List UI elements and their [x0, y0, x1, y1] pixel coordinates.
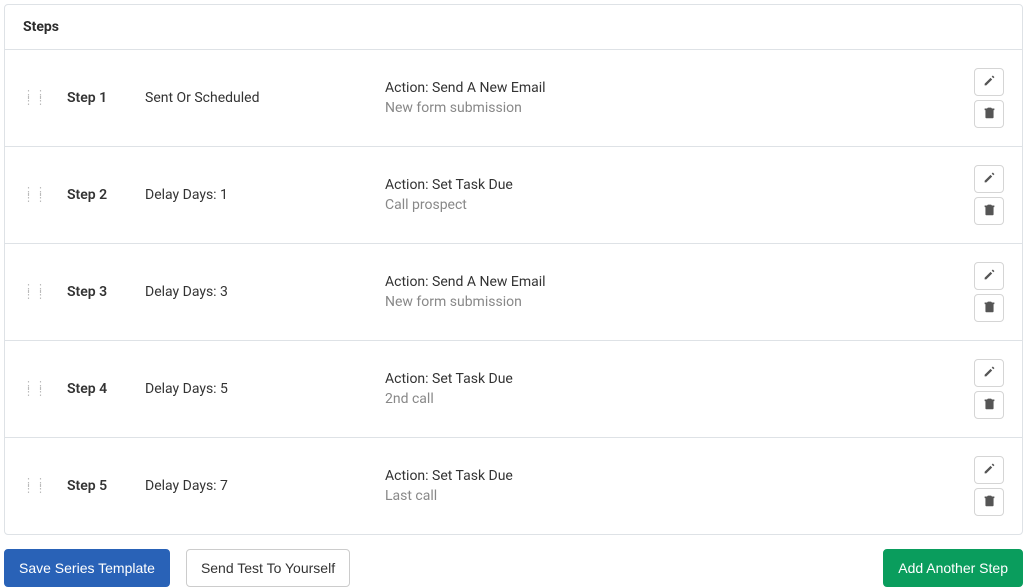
delete-button[interactable] — [974, 100, 1004, 128]
action-block: Action: Set Task Due Last call — [385, 468, 954, 504]
action-title: Action: Send A New Email — [385, 80, 954, 96]
step-number: Step 1 — [67, 90, 145, 106]
delay-label: Delay Days: 1 — [145, 187, 385, 203]
edit-button[interactable] — [974, 68, 1004, 96]
trash-icon — [983, 300, 996, 316]
action-detail: New form submission — [385, 100, 954, 116]
action-block: Action: Set Task Due 2nd call — [385, 371, 954, 407]
step-row: ⋮⋮⋮⋮ Step 5 Delay Days: 7 Action: Set Ta… — [5, 438, 1022, 534]
action-detail: New form submission — [385, 294, 954, 310]
delete-button[interactable] — [974, 391, 1004, 419]
row-actions — [974, 262, 1004, 322]
edit-button[interactable] — [974, 359, 1004, 387]
step-number: Step 3 — [67, 284, 145, 300]
action-title: Action: Set Task Due — [385, 177, 954, 193]
action-block: Action: Set Task Due Call prospect — [385, 177, 954, 213]
edit-button[interactable] — [974, 165, 1004, 193]
delete-button[interactable] — [974, 197, 1004, 225]
steps-panel: Steps ⋮⋮⋮⋮ Step 1 Sent Or Scheduled Acti… — [4, 4, 1023, 535]
action-title: Action: Send A New Email — [385, 274, 954, 290]
action-detail: Call prospect — [385, 197, 954, 213]
trash-icon — [983, 397, 996, 413]
action-detail: 2nd call — [385, 391, 954, 407]
step-number: Step 4 — [67, 381, 145, 397]
action-title: Action: Set Task Due — [385, 468, 954, 484]
trash-icon — [983, 106, 996, 122]
delay-label: Sent Or Scheduled — [145, 90, 385, 106]
row-actions — [974, 68, 1004, 128]
delete-button[interactable] — [974, 294, 1004, 322]
step-row: ⋮⋮⋮⋮ Step 2 Delay Days: 1 Action: Set Ta… — [5, 147, 1022, 244]
step-number: Step 5 — [67, 478, 145, 494]
footer-bar: Save Series Template Send Test To Yourse… — [4, 549, 1023, 587]
step-row: ⋮⋮⋮⋮ Step 4 Delay Days: 5 Action: Set Ta… — [5, 341, 1022, 438]
trash-icon — [983, 494, 996, 510]
delay-label: Delay Days: 3 — [145, 284, 385, 300]
pencil-icon — [983, 365, 996, 381]
drag-handle-icon[interactable]: ⋮⋮⋮⋮ — [23, 286, 47, 298]
action-detail: Last call — [385, 488, 954, 504]
pencil-icon — [983, 462, 996, 478]
action-block: Action: Send A New Email New form submis… — [385, 274, 954, 310]
pencil-icon — [983, 268, 996, 284]
edit-button[interactable] — [974, 456, 1004, 484]
drag-handle-icon[interactable]: ⋮⋮⋮⋮ — [23, 189, 47, 201]
delay-label: Delay Days: 5 — [145, 381, 385, 397]
action-block: Action: Send A New Email New form submis… — [385, 80, 954, 116]
drag-handle-icon[interactable]: ⋮⋮⋮⋮ — [23, 383, 47, 395]
panel-title: Steps — [5, 5, 1022, 50]
save-series-template-button[interactable]: Save Series Template — [4, 549, 170, 587]
pencil-icon — [983, 171, 996, 187]
step-number: Step 2 — [67, 187, 145, 203]
trash-icon — [983, 203, 996, 219]
delay-label: Delay Days: 7 — [145, 478, 385, 494]
pencil-icon — [983, 74, 996, 90]
add-another-step-button[interactable]: Add Another Step — [883, 549, 1023, 587]
row-actions — [974, 359, 1004, 419]
row-actions — [974, 456, 1004, 516]
step-row: ⋮⋮⋮⋮ Step 3 Delay Days: 3 Action: Send A… — [5, 244, 1022, 341]
step-row: ⋮⋮⋮⋮ Step 1 Sent Or Scheduled Action: Se… — [5, 50, 1022, 147]
row-actions — [974, 165, 1004, 225]
send-test-button[interactable]: Send Test To Yourself — [186, 549, 350, 587]
delete-button[interactable] — [974, 488, 1004, 516]
drag-handle-icon[interactable]: ⋮⋮⋮⋮ — [23, 480, 47, 492]
edit-button[interactable] — [974, 262, 1004, 290]
drag-handle-icon[interactable]: ⋮⋮⋮⋮ — [23, 92, 47, 104]
action-title: Action: Set Task Due — [385, 371, 954, 387]
